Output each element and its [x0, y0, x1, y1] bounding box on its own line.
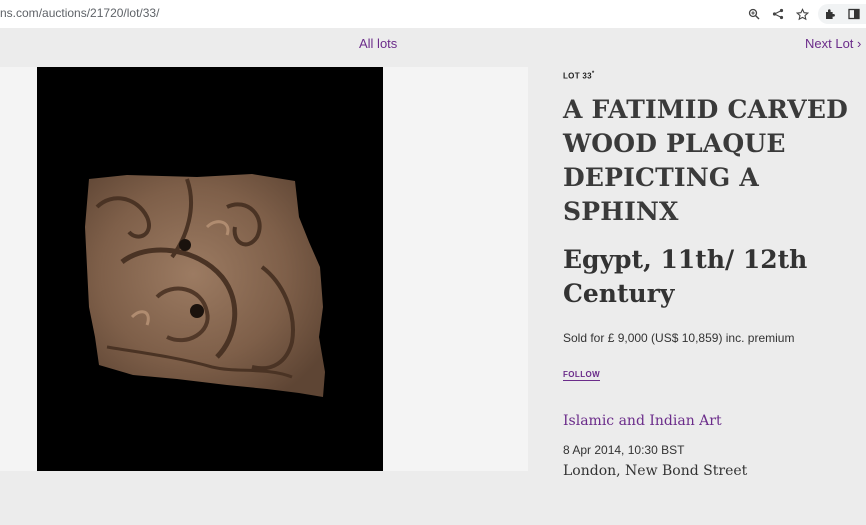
side-panel-icon[interactable]: [842, 4, 866, 24]
url-path: /auctions/21720/lot/33/: [38, 6, 160, 20]
lot-image-panel: [0, 67, 528, 471]
lot-title: A FATIMID CARVED WOOD PLAQUE DEPICTING A…: [563, 95, 848, 226]
carved-wood-plaque-image: [85, 174, 325, 397]
address-bar[interactable]: ns.com/auctions/21720/lot/33/: [0, 6, 159, 20]
lot-marker: *: [591, 71, 595, 77]
extensions-icon[interactable]: [818, 4, 842, 24]
follow-button[interactable]: FOLLOW: [563, 370, 601, 381]
lot-image[interactable]: [37, 67, 383, 471]
browser-toolbar: ns.com/auctions/21720/lot/33/: [0, 0, 866, 29]
next-lot-label: Next Lot: [805, 36, 854, 51]
department-link[interactable]: Islamic and Indian Art: [563, 413, 722, 429]
sold-price: Sold for £ 9,000 (US$ 10,859) inc. premi…: [563, 331, 795, 345]
star-icon[interactable]: [790, 4, 814, 24]
zoom-icon[interactable]: [742, 4, 766, 24]
url-domain: ns.com: [0, 6, 39, 20]
lot-subtitle: Egypt, 11th/ 12th Century: [563, 245, 808, 308]
lot-number: LOT 33*: [563, 71, 595, 81]
lot-number-label: LOT 33: [563, 71, 592, 81]
chevron-right-icon: ›: [857, 36, 862, 51]
next-lot-link[interactable]: Next Lot ›: [805, 36, 861, 51]
auction-location: London, New Bond Street: [563, 463, 748, 479]
auction-date: 8 Apr 2014, 10:30 BST: [563, 443, 685, 457]
lot-navigation: All lots Next Lot ›: [0, 28, 866, 58]
all-lots-link[interactable]: All lots: [359, 36, 397, 51]
share-icon[interactable]: [766, 4, 790, 24]
